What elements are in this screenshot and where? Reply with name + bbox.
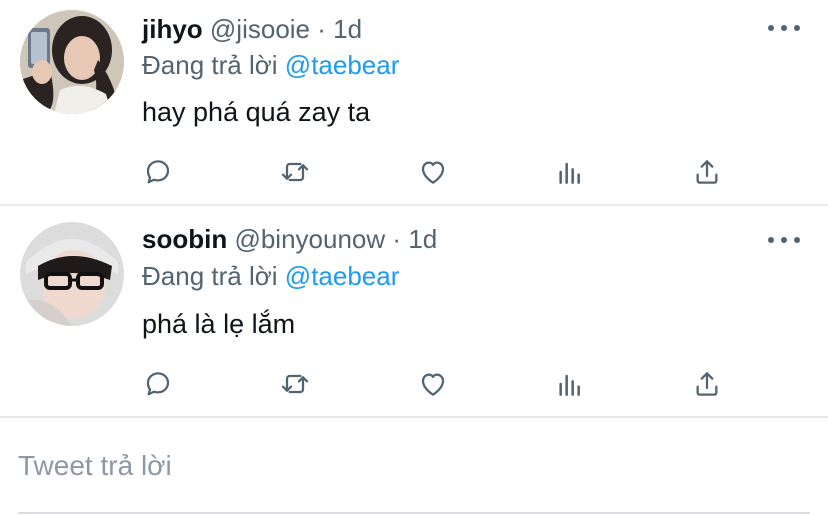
user-handle[interactable]: @binyounow bbox=[234, 224, 385, 254]
tweet-header: jihyo @jisooie · 1d bbox=[142, 12, 362, 46]
views-icon bbox=[559, 162, 580, 184]
reply-icon bbox=[146, 160, 170, 184]
mention-link[interactable]: @taebear bbox=[285, 50, 400, 80]
tweet-actions bbox=[0, 152, 828, 192]
retweet-button[interactable] bbox=[275, 364, 315, 404]
like-button[interactable] bbox=[413, 152, 453, 192]
replying-to-label: Đang trả lời bbox=[142, 261, 278, 291]
share-button[interactable] bbox=[687, 364, 727, 404]
divider bbox=[18, 512, 810, 514]
timestamp[interactable]: 1d bbox=[408, 224, 437, 254]
more-options-icon[interactable] bbox=[768, 230, 800, 250]
share-icon bbox=[696, 372, 718, 396]
like-icon bbox=[421, 373, 445, 396]
reply-icon bbox=[146, 372, 170, 396]
avatar-photo-icon bbox=[20, 10, 124, 114]
views-button[interactable] bbox=[550, 364, 590, 404]
more-options-icon[interactable] bbox=[768, 18, 800, 38]
tweet[interactable]: jihyo @jisooie · 1d Đang trả lời @taebea… bbox=[0, 0, 828, 206]
retweet-button[interactable] bbox=[275, 152, 315, 192]
views-button[interactable] bbox=[550, 152, 590, 192]
user-handle[interactable]: @jisooie bbox=[210, 14, 310, 44]
reply-button[interactable] bbox=[138, 364, 178, 404]
share-button[interactable] bbox=[687, 152, 727, 192]
views-icon bbox=[559, 374, 580, 396]
mention-link[interactable]: @taebear bbox=[285, 261, 400, 291]
tweet-text: phá là lẹ lắm bbox=[142, 309, 296, 339]
avatar-photo-icon bbox=[20, 222, 124, 326]
like-icon bbox=[421, 161, 445, 184]
avatar[interactable] bbox=[20, 10, 124, 114]
separator-dot: · bbox=[392, 224, 402, 254]
replying-to-line: Đang trả lời @taebear bbox=[142, 48, 399, 82]
display-name[interactable]: jihyo bbox=[142, 14, 203, 44]
display-name[interactable]: soobin bbox=[142, 224, 227, 254]
reply-input[interactable] bbox=[18, 444, 810, 488]
share-icon bbox=[696, 160, 718, 184]
tweet[interactable]: soobin @binyounow · 1d Đang trả lời @tae… bbox=[0, 206, 828, 418]
avatar[interactable] bbox=[20, 222, 124, 326]
retweet-icon bbox=[281, 162, 309, 182]
reply-button[interactable] bbox=[138, 152, 178, 192]
like-button[interactable] bbox=[413, 364, 453, 404]
timestamp[interactable]: 1d bbox=[333, 14, 362, 44]
tweet-actions bbox=[0, 364, 828, 404]
separator-dot: · bbox=[317, 14, 326, 44]
tweet-header: soobin @binyounow · 1d bbox=[142, 222, 437, 256]
tweet-text: hay phá quá zay ta bbox=[142, 97, 371, 127]
replying-to-label: Đang trả lời bbox=[142, 50, 278, 80]
reply-composer bbox=[0, 418, 828, 516]
retweet-icon bbox=[281, 374, 309, 394]
replying-to-line: Đang trả lời @taebear bbox=[142, 259, 399, 293]
